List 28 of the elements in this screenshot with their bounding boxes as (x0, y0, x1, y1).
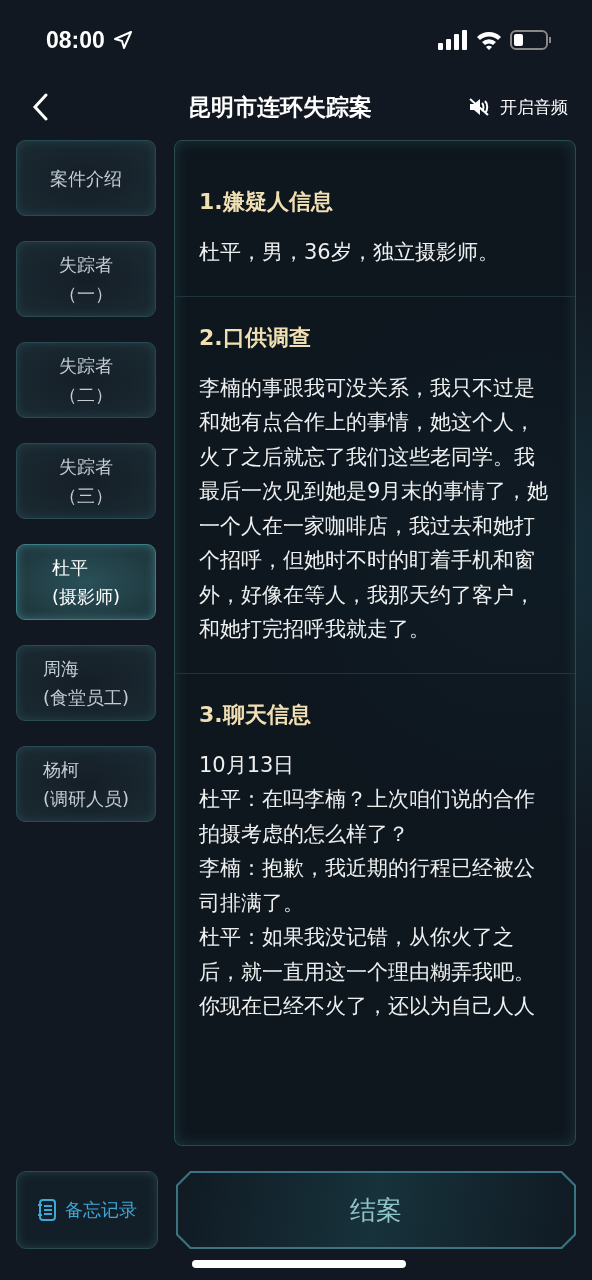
section-heading: 2.口供调查 (199, 323, 312, 352)
battery-icon (510, 30, 552, 50)
section-heading: 1.嫌疑人信息 (199, 188, 334, 216)
location-arrow-icon (112, 30, 133, 50)
wifi-icon (476, 30, 502, 50)
section-text: 杜平：如果我没记错，从你火了之后，就一直用这一个理由糊弄我吧。你现在已经不火了，还以为自己人人 (199, 924, 536, 1020)
section-text: 杜平，男，36岁，独立摄影师。 (199, 239, 500, 266)
notebook-icon (37, 1199, 57, 1221)
sidebar-tab[interactable]: 案件介绍 (16, 140, 156, 216)
memo-button[interactable]: 备忘记录 (16, 1171, 158, 1249)
section-text: 10月13日 (199, 751, 296, 779)
page-title: 昆明市连环失踪案 (188, 92, 372, 122)
signal-icon (438, 30, 468, 50)
back-icon[interactable] (32, 93, 48, 121)
sidebar-tab[interactable]: 失踪者 （一） (16, 241, 156, 317)
sidebar-tab[interactable]: 杜平 (摄影师) (16, 544, 156, 620)
sidebar-tab[interactable]: 失踪者 （二） (16, 342, 156, 418)
section-text: 李楠的事跟我可没关系，我只不过是和她有点合作上的事情，她这个人，火了之后就忘了我们这些老同学。我最后一次见到她是9月末的事情了，她一个人在一家咖啡店，我过去和她打个招呼，但她时不时的盯着手机和窗外，好像在等人，我那天约了客户，和她打完招呼我就走了。 (199, 374, 549, 643)
status-time: 08:00 (46, 26, 105, 54)
sidebar-tab[interactable]: 周海 (食堂员工) (16, 645, 156, 721)
section-text: 李楠：抱歉，我近期的行程已经被公司排满了。 (199, 855, 536, 917)
close-case-button[interactable]: 结案 (176, 1171, 576, 1249)
audio-toggle[interactable]: 开启音频 (468, 95, 568, 119)
section-text: 杜平：在吗李楠？上次咱们说的合作拍摄考虑的怎么样了？ (199, 786, 536, 848)
sidebar-tab[interactable]: 失踪者 （三） (16, 443, 156, 519)
mute-icon (468, 97, 490, 117)
sidebar-tab[interactable]: 杨柯 (调研人员) (16, 746, 156, 822)
section-heading: 3.聊天信息 (199, 700, 312, 729)
